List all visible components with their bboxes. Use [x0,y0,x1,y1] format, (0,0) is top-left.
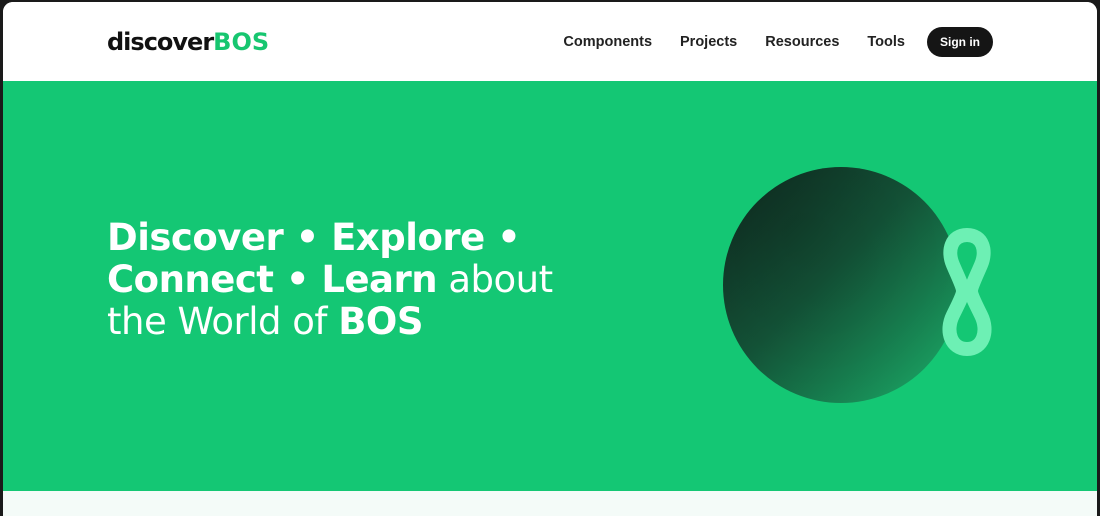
main-nav: Components Projects Resources Tools Sign… [563,27,993,57]
hero-heading-line3-light: the World of [107,300,339,343]
sign-in-button[interactable]: Sign in [927,27,993,57]
hero-heading-line2-light: about [437,258,553,301]
next-section-strip [3,491,1097,516]
hero-heading-line2-bold: Connect • Learn [107,258,438,301]
logo-text-bos: BOS [213,28,270,56]
browser-viewport: discoverBOS Components Projects Resource… [3,2,1097,516]
hero-section: Discover • Explore • Connect • Learn abo… [3,81,1097,491]
site-logo[interactable]: discoverBOS [107,27,269,57]
hero-heading: Discover • Explore • Connect • Learn abo… [107,217,627,343]
nav-link-resources[interactable]: Resources [765,34,839,50]
hero-heading-line3-bold: BOS [338,300,424,343]
site-header: discoverBOS Components Projects Resource… [3,2,1097,81]
nav-link-projects[interactable]: Projects [680,34,737,50]
nav-link-tools[interactable]: Tools [867,34,905,50]
hero-heading-line1: Discover • Explore • [107,216,521,259]
sphere-shade [723,167,959,403]
nav-link-components[interactable]: Components [563,34,652,50]
bos-logo-icon [723,167,992,403]
logo-text-discover: discover [107,28,214,56]
